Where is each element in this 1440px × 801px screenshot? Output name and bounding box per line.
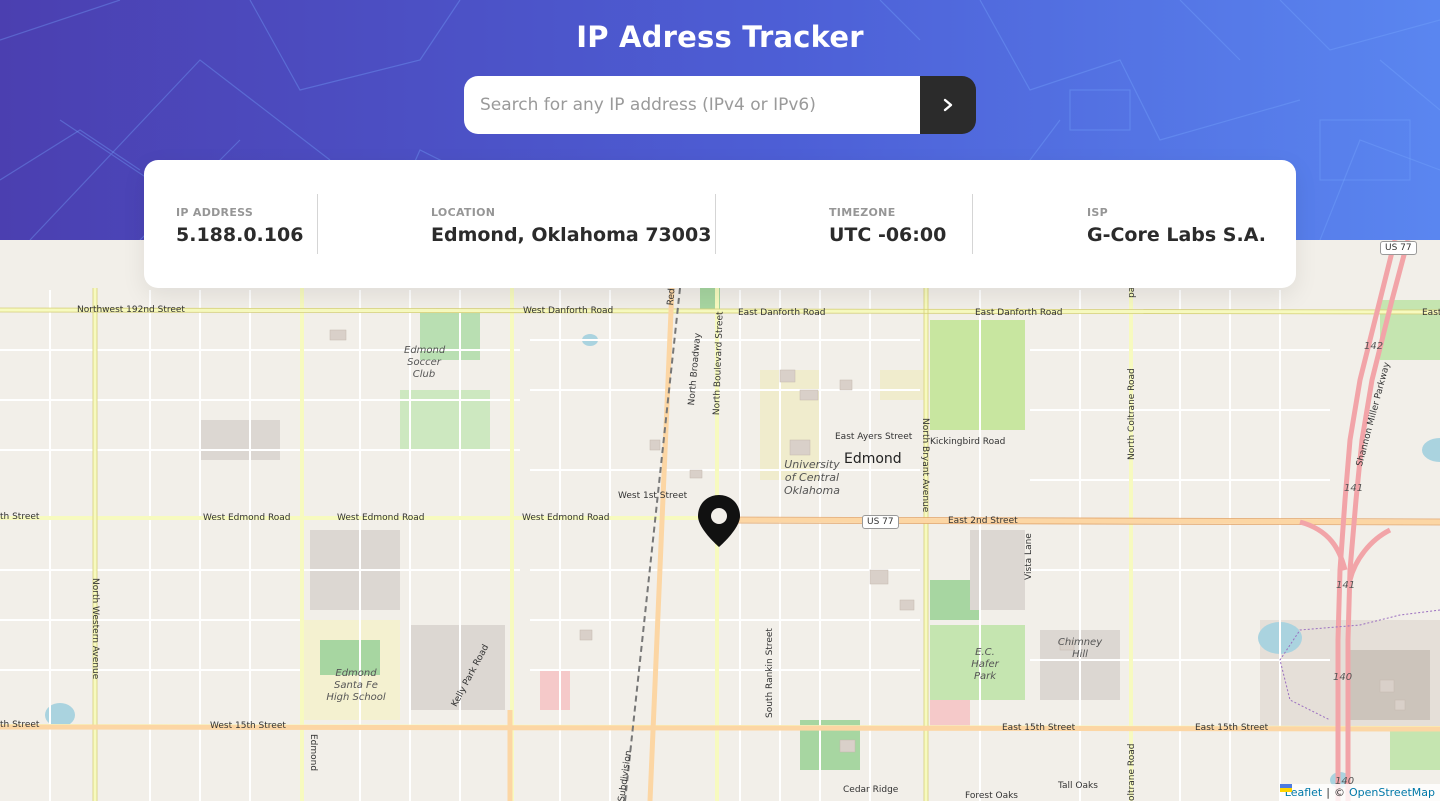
road-label: West Edmond Road bbox=[337, 513, 425, 523]
road-label: North Coltrane Road bbox=[1127, 368, 1137, 460]
stat-value: G-Core Labs S.A. bbox=[1087, 224, 1266, 246]
search-submit-button[interactable] bbox=[920, 76, 976, 134]
road-label: oltrane Road bbox=[1127, 743, 1137, 801]
place-label: University of Central Oklahoma bbox=[784, 458, 840, 497]
search-bar bbox=[464, 76, 976, 134]
road-label: West 15th Street bbox=[210, 721, 286, 731]
stat-value: 5.188.0.106 bbox=[176, 224, 304, 246]
stat-value: Edmond, Oklahoma 73003 bbox=[431, 224, 712, 246]
road-label: West Danforth Road bbox=[523, 306, 614, 316]
road-label: th Street bbox=[0, 720, 40, 730]
chevron-right-icon bbox=[943, 98, 953, 112]
road-label: Vista Lane bbox=[1024, 533, 1034, 580]
road-label: East 15th Street bbox=[1195, 723, 1269, 733]
road-label: pa bbox=[1127, 286, 1137, 298]
road-label: Northwest 192nd Street bbox=[77, 305, 185, 315]
road-label: Kickingbird Road bbox=[930, 437, 1006, 447]
ip-info-card: IP ADDRESS 5.188.0.106 LOCATION Edmond, … bbox=[144, 160, 1296, 288]
stat-value: UTC -06:00 bbox=[829, 224, 947, 246]
page-title: IP Adress Tracker bbox=[576, 20, 864, 54]
road-label: Edmond bbox=[308, 734, 318, 772]
osm-link[interactable]: OpenStreetMap bbox=[1349, 786, 1435, 799]
attribution-copyright: © bbox=[1333, 786, 1345, 799]
road-label: North Bryant Avenue bbox=[920, 418, 930, 513]
place-label: Edmond Santa Fe High School bbox=[326, 668, 386, 703]
road-label: North Western Avenue bbox=[90, 578, 100, 680]
stat-label: ISP bbox=[1087, 206, 1108, 219]
route-number: 142 bbox=[1364, 341, 1384, 352]
map-attribution: Leaflet | © OpenStreetMap bbox=[1279, 784, 1440, 801]
road-label: East bbox=[1422, 308, 1440, 318]
road-label: East Ayers Street bbox=[835, 432, 913, 442]
route-number: 141 bbox=[1336, 580, 1356, 591]
place-label: Edmond Soccer Club bbox=[404, 345, 446, 380]
stat-label: TIMEZONE bbox=[829, 206, 896, 219]
road-label: West Edmond Road bbox=[203, 513, 291, 523]
road-label: Red bbox=[666, 287, 678, 306]
stat-label: LOCATION bbox=[431, 206, 496, 219]
stat-divider bbox=[317, 194, 318, 254]
ukraine-flag-icon bbox=[1279, 784, 1292, 792]
route-number: 141 bbox=[1344, 483, 1364, 494]
location-pin-icon[interactable] bbox=[697, 494, 741, 548]
place-label: E.C. Hafer Park bbox=[971, 647, 999, 682]
route-shield: US 77 bbox=[862, 515, 899, 529]
road-label: East Danforth Road bbox=[738, 308, 826, 318]
road-label: East 15th Street bbox=[1002, 723, 1076, 733]
road-label: West Edmond Road bbox=[522, 513, 610, 523]
road-label: th Street bbox=[0, 512, 40, 522]
road-label: Forest Oaks bbox=[965, 791, 1018, 801]
road-label: South Rankin Street bbox=[765, 628, 775, 718]
road-label: East Danforth Road bbox=[975, 308, 1063, 318]
route-number: 140 bbox=[1333, 672, 1353, 683]
attribution-separator: | bbox=[1326, 786, 1330, 799]
place-label: Chimney Hill bbox=[1057, 637, 1103, 660]
stat-divider bbox=[972, 194, 973, 254]
road-label: East 2nd Street bbox=[948, 516, 1018, 526]
city-label: Edmond bbox=[844, 451, 902, 467]
road-label: West 1st Street bbox=[618, 491, 688, 501]
road-label: Cedar Ridge bbox=[843, 785, 899, 795]
stat-divider bbox=[715, 194, 716, 254]
route-shield: US 77 bbox=[1380, 241, 1417, 255]
road-label: Tall Oaks bbox=[1058, 781, 1098, 791]
stat-label: IP ADDRESS bbox=[176, 206, 254, 219]
ip-search-input[interactable] bbox=[464, 76, 920, 134]
